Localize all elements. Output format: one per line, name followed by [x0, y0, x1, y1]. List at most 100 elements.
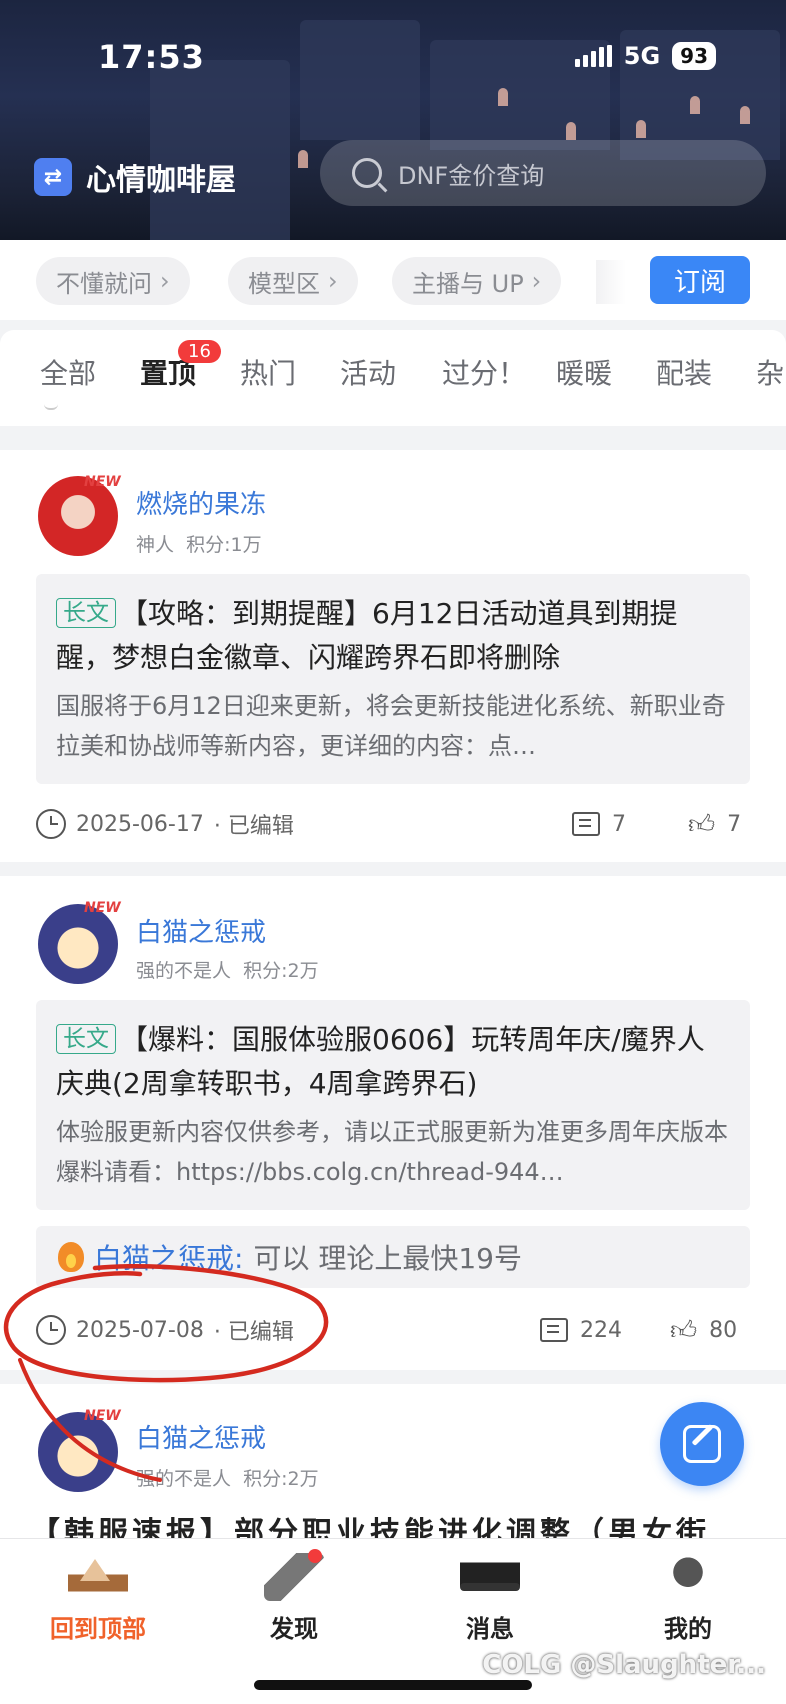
avatar[interactable] [38, 904, 118, 984]
subscribe-button[interactable]: 订阅 [650, 256, 750, 304]
board-header: 17:53 5G 93 ⇄ 心情咖啡屋 DNF金价查询 [0, 0, 786, 240]
background-window [566, 122, 576, 140]
scroll-icon [264, 1549, 324, 1601]
tab-events[interactable]: 活动 [340, 352, 396, 392]
reply-text: 可以 理论上最快19号 [253, 1242, 522, 1275]
post-title-text: 【爆料：国服体验服0606】玩转周年庆/魔界人庆典(2周拿转职书，4周拿跨界石) [56, 1023, 705, 1100]
like-button[interactable]: 👍︎ 80 [670, 1315, 737, 1346]
post-card[interactable]: NEW 燃烧的果冻 神人 积分:1万 长文 【攻略：到期提醒】6月12日活动道具到… [0, 450, 786, 862]
ship-icon [68, 1553, 128, 1601]
author-rank: 神人 [136, 534, 175, 556]
thumbs-up-icon: 👍︎ [670, 1315, 698, 1346]
tab-nuannuan[interactable]: 暖暖 [556, 352, 612, 392]
tab-all[interactable]: 全部 [40, 352, 96, 392]
hot-reply[interactable]: 白猫之惩戒: 可以 理论上最快19号 [36, 1226, 750, 1288]
hat-icon [460, 1553, 520, 1601]
tab-outrageous[interactable]: 过分！ [442, 352, 526, 392]
comment-icon [572, 812, 600, 836]
tag-label: 不懂就问 [56, 269, 152, 298]
post-card[interactable]: NEW 白猫之惩戒 强的不是人 积分:2万 长文 【爆料：国服体验服0606】玩转… [0, 876, 786, 1370]
author-meta: 强的不是人 积分:2万 [136, 956, 319, 983]
author-score: 积分:2万 [243, 960, 319, 982]
post-summary: 国服将于6月12日迎来更新，将会更新技能进化系统、新职业奇拉美和协战师等新内容，… [56, 692, 726, 760]
thumbs-up-icon: 👍︎ [688, 809, 716, 840]
home-indicator [254, 1680, 532, 1690]
post-title: 长文 【攻略：到期提醒】6月12日活动道具到期提醒，梦想白金徽章、闪耀跨界石即将删… [56, 592, 730, 680]
board-title: 心情咖啡屋 [86, 163, 236, 198]
author-meta: 神人 积分:1万 [136, 530, 262, 557]
clock-icon [36, 1315, 66, 1345]
like-button[interactable]: 👍︎ 7 [688, 809, 741, 840]
comment-count[interactable]: 224 [540, 1318, 622, 1343]
tabs-expand-hint [0, 402, 786, 426]
avatar[interactable] [38, 1412, 118, 1492]
background-window [690, 96, 700, 114]
post-summary: 体验服更新内容仅供参考，请以正式服更新为准更多周年庆版本爆料请看：https:/… [56, 1118, 728, 1186]
tag-chip[interactable]: 不懂就问 › [36, 257, 190, 305]
comment-count[interactable]: 7 [572, 812, 626, 837]
chevron-right-icon: › [160, 267, 170, 295]
author-name[interactable]: 白猫之惩戒 [136, 1418, 266, 1455]
tag-label: 模型区 [248, 269, 320, 298]
pinned-count-badge: 16 [178, 340, 221, 363]
chevron-right-icon: › [328, 267, 338, 295]
new-badge: NEW [84, 900, 121, 916]
tag-fade [596, 260, 626, 304]
fire-icon [58, 1242, 84, 1272]
watermark: COLG @Slaughter... [482, 1650, 766, 1680]
author-name[interactable]: 白猫之惩戒 [136, 912, 266, 949]
new-badge: NEW [84, 474, 121, 490]
board-switcher[interactable]: ⇄ 心情咖啡屋 [34, 155, 236, 199]
edited-label: · 已编辑 [213, 1320, 294, 1345]
search-icon [352, 158, 382, 188]
tag-label: 主播与 UP [412, 269, 524, 298]
background-window [498, 88, 508, 106]
edited-label: · 已编辑 [213, 814, 294, 839]
nav-messages[interactable]: 消息 [420, 1553, 560, 1644]
chevron-right-icon: › [531, 267, 542, 295]
nav-back-to-top[interactable]: 回到顶部 [28, 1553, 168, 1644]
nav-label: 回到顶部 [50, 1615, 146, 1643]
tab-misc[interactable]: 杂 [756, 352, 784, 392]
background-window [740, 106, 750, 124]
author-rank: 强的不是人 [136, 1468, 232, 1490]
author-score: 积分:1万 [186, 534, 262, 556]
compose-post-button[interactable] [660, 1402, 744, 1486]
nav-label: 消息 [466, 1615, 514, 1643]
character-icon [658, 1553, 718, 1601]
background-window [636, 120, 646, 138]
status-time: 17:53 [98, 38, 205, 76]
long-post-label: 长文 [56, 598, 116, 628]
topic-tags-bar: 不懂就问 › 模型区 › 主播与 UP › 订阅 [0, 240, 786, 320]
comment-count-value: 7 [612, 811, 626, 837]
long-post-label: 长文 [56, 1024, 116, 1054]
search-placeholder: DNF金价查询 [398, 161, 545, 190]
nav-discover[interactable]: 发现 [224, 1549, 364, 1644]
notification-dot [308, 1549, 322, 1563]
comment-count-value: 224 [580, 1317, 622, 1343]
post-content[interactable]: 长文 【攻略：到期提醒】6月12日活动道具到期提醒，梦想白金徽章、闪耀跨界石即将删… [36, 574, 750, 784]
nav-label: 我的 [664, 1615, 712, 1643]
network-type: 5G [623, 42, 661, 70]
author-score: 积分:2万 [243, 1468, 319, 1490]
tab-builds[interactable]: 配装 [656, 352, 712, 392]
author-name[interactable]: 燃烧的果冻 [136, 484, 266, 521]
tab-hot[interactable]: 热门 [240, 352, 296, 392]
post-title: 长文 【爆料：国服体验服0606】玩转周年庆/魔界人庆典(2周拿转职书，4周拿跨界… [56, 1018, 730, 1106]
status-indicators: 5G 93 [574, 42, 716, 70]
tag-chip[interactable]: 主播与 UP › [392, 257, 562, 305]
background-window [298, 150, 308, 168]
search-input[interactable]: DNF金价查询 [320, 140, 766, 206]
swap-icon: ⇄ [34, 158, 72, 196]
new-badge: NEW [84, 1408, 121, 1424]
category-tabs: 全部 置顶 16 热门 活动 过分！ 暖暖 配装 杂 [0, 330, 786, 410]
author-meta: 强的不是人 积分:2万 [136, 1464, 319, 1491]
author-rank: 强的不是人 [136, 960, 232, 982]
tag-chip[interactable]: 模型区 › [228, 257, 358, 305]
nav-profile[interactable]: 我的 [618, 1553, 758, 1644]
signal-icon [574, 45, 612, 67]
post-content[interactable]: 长文 【爆料：国服体验服0606】玩转周年庆/魔界人庆典(2周拿转职书，4周拿跨界… [36, 1000, 750, 1210]
like-count-value: 7 [727, 811, 742, 837]
like-count-value: 80 [709, 1317, 738, 1343]
reply-author[interactable]: 白猫之惩戒: [94, 1237, 243, 1277]
